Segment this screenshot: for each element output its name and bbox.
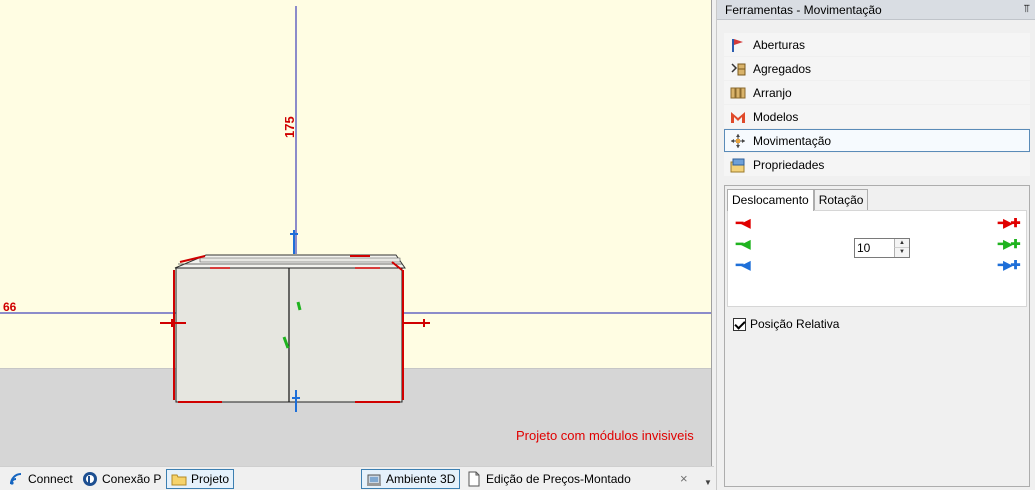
tool-item-label: Arranjo (753, 85, 792, 100)
tab-conexao-label: Conexão P (102, 472, 162, 486)
spinner-down-icon[interactable]: ▼ (894, 248, 909, 257)
scene-canvas[interactable]: 175 66 (0, 0, 712, 466)
scroll-down-icon[interactable]: ▼ (704, 478, 712, 487)
connect-icon (8, 471, 24, 487)
tool-item-propriedades[interactable]: Propriedades (724, 153, 1030, 176)
move-x-negative-icon[interactable]: ━◀ (736, 216, 751, 230)
move-y-positive-icon[interactable]: ━▶✚ (998, 237, 1020, 251)
tools-panel: Ferramentas - Movimentação ⫪ Aberturas A… (716, 0, 1035, 490)
tab-edicao-precos-label: Edição de Preços-Montado (486, 472, 631, 486)
vertical-dimension-label: 175 (282, 116, 297, 138)
pin-icon[interactable]: ⫪ (1024, 3, 1030, 16)
agregados-icon (729, 60, 747, 78)
tool-item-label: Agregados (753, 61, 812, 76)
tool-item-arranjo[interactable]: Arranjo (724, 81, 1030, 104)
relative-position-label: Posição Relativa (750, 317, 840, 331)
gizmo-y-back[interactable] (296, 301, 302, 311)
spinner-up-icon[interactable]: ▲ (894, 239, 909, 248)
tool-item-label: Propriedades (753, 157, 825, 172)
document-icon (466, 471, 482, 487)
bottom-tab-bar: Connect Conexão P Projeto Ambiente 3D Ed… (0, 466, 714, 490)
invisible-modules-notice: Projeto com módulos invisiveis (516, 428, 694, 443)
tab-conexao[interactable]: Conexão P (78, 469, 165, 489)
tab-ambiente-3d[interactable]: Ambiente 3D (361, 469, 461, 489)
viewport-3d[interactable]: 175 66 Projeto com módulos invisiveis (0, 0, 712, 466)
close-tab-icon[interactable]: × (680, 471, 688, 486)
modelos-icon (729, 108, 747, 126)
propriedades-icon (729, 156, 747, 174)
tab-connect[interactable]: Connect (4, 469, 77, 489)
move-z-positive-icon[interactable]: ━▶✚ (998, 258, 1020, 272)
move-y-negative-icon[interactable]: ━◀ (736, 237, 751, 251)
tool-item-aberturas[interactable]: Aberturas (724, 33, 1030, 56)
move-z-negative-icon[interactable]: ━◀ (736, 258, 751, 272)
step-spinner[interactable]: ▲ ▼ (854, 238, 910, 258)
aberturas-icon (729, 36, 747, 54)
cabinet-module[interactable] (173, 254, 406, 403)
tool-item-label: Aberturas (753, 37, 806, 52)
tool-item-modelos[interactable]: Modelos (724, 105, 1030, 128)
tool-item-label: Modelos (753, 109, 799, 124)
step-value-input[interactable] (857, 240, 893, 256)
move-x-positive-icon[interactable]: ━▶✚ (998, 216, 1020, 230)
tab-projeto-label: Projeto (191, 472, 230, 486)
movement-tab-frame: Deslocamento Rotação ━◀ ━◀ ━◀ ━▶✚ ━▶✚ ━▶… (724, 185, 1030, 487)
folder-icon (171, 471, 187, 487)
tab-edicao-precos[interactable]: Edição de Preços-Montado (462, 469, 635, 489)
panel-title: Ferramentas - Movimentação ⫪ (717, 0, 1035, 20)
tab-strip: Deslocamento Rotação (727, 189, 869, 211)
arranjo-icon (729, 84, 747, 102)
horizontal-dimension-label: 66 (3, 300, 17, 314)
deslocamento-tab-body: ━◀ ━◀ ━◀ ━▶✚ ━▶✚ ━▶✚ ▲ ▼ (727, 210, 1027, 307)
app-root: 175 66 Projeto com módulos invisiveis Co… (0, 0, 1035, 490)
relative-position-checkbox[interactable] (733, 317, 746, 331)
3d-environment-icon (366, 471, 382, 487)
tool-item-label: Movimentação (753, 133, 832, 148)
conexao-icon (82, 471, 98, 487)
tab-ambiente-3d-label: Ambiente 3D (386, 472, 456, 486)
tab-projeto[interactable]: Projeto (166, 469, 235, 489)
tab-connect-label: Connect (28, 472, 73, 486)
relative-position-option[interactable]: Posição Relativa (733, 317, 839, 331)
movimentacao-icon (729, 132, 747, 150)
tool-list: Aberturas Agregados Arranjo Modelos Movi… (724, 33, 1030, 177)
tab-deslocamento[interactable]: Deslocamento (727, 189, 814, 211)
tool-item-movimentacao[interactable]: Movimentação (724, 129, 1030, 152)
panel-title-text: Ferramentas - Movimentação (725, 3, 882, 17)
tab-rotacao[interactable]: Rotação (813, 189, 869, 210)
tool-item-agregados[interactable]: Agregados (724, 57, 1030, 80)
